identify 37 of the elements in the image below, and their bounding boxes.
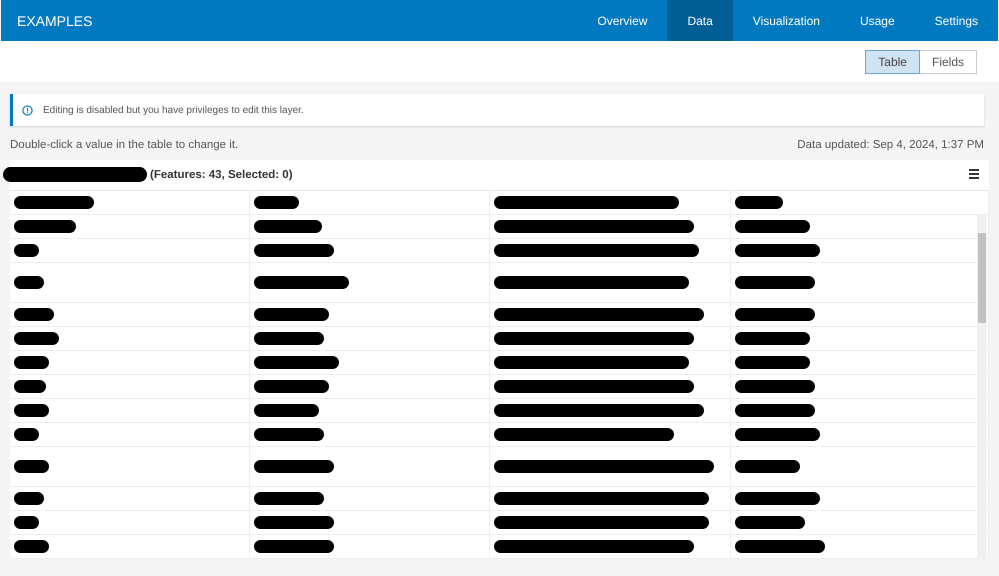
nav-tab[interactable]: Settings	[914, 0, 998, 41]
redaction-mark	[14, 332, 59, 345]
redaction-mark	[254, 492, 324, 505]
info-icon	[22, 104, 33, 116]
menu-icon[interactable]	[969, 169, 979, 179]
app-title: EXAMPLES	[16, 12, 94, 30]
redaction-mark	[14, 308, 54, 321]
updated-text: Data updated: Sep 4, 2024, 1:37 PM	[797, 139, 984, 151]
nav-tab[interactable]: Usage	[840, 0, 915, 41]
redaction-mark	[14, 356, 49, 369]
redaction-mark	[14, 428, 39, 441]
hint-text: Double-click a value in the table to change it.	[10, 139, 238, 151]
redaction-mark	[254, 196, 299, 209]
nav-tab[interactable]: Visualization	[732, 0, 840, 41]
nav-tab[interactable]: Overview	[577, 0, 668, 41]
view-toggle-button[interactable]: Fields	[918, 50, 977, 74]
info-message: Editing is disabled but you have privileges to edit this layer.	[43, 104, 304, 116]
scrollbar[interactable]	[977, 215, 987, 559]
nav-tab[interactable]: Data	[667, 0, 733, 41]
redaction-mark	[254, 404, 319, 417]
redaction-mark	[254, 428, 324, 441]
redaction-mark	[14, 404, 49, 417]
redaction-mark	[14, 380, 46, 393]
redaction-mark	[735, 516, 805, 529]
redaction-mark	[14, 220, 76, 233]
redaction-mark	[735, 460, 800, 473]
redaction-mark	[254, 220, 322, 233]
redaction-mark	[14, 276, 44, 289]
redaction-mark	[254, 332, 324, 345]
redaction-mark	[14, 516, 39, 529]
view-toggle-button[interactable]: Table	[865, 50, 920, 74]
redaction-mark	[14, 460, 49, 473]
redaction-mark	[14, 540, 49, 553]
redaction-mark	[14, 244, 39, 257]
table-summary: (Features: 43, Selected: 0)	[150, 169, 293, 181]
redaction-mark	[14, 492, 44, 505]
redaction-mark	[735, 196, 783, 209]
